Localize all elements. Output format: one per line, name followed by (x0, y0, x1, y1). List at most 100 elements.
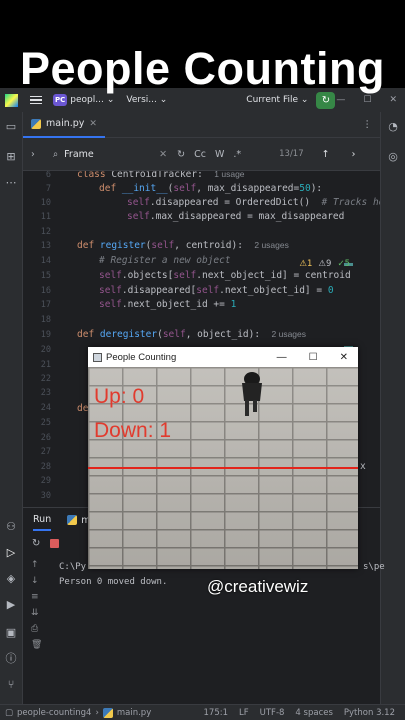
project-badge: PC (53, 94, 68, 106)
chevron-down-icon: ⌄ (300, 95, 309, 105)
line-number: 14 (40, 256, 51, 266)
pycharm-logo-icon (5, 93, 18, 107)
window-controls: — ☐ ✕ (336, 95, 397, 105)
line-number: 17 (40, 300, 51, 310)
expand-replace-icon[interactable]: › (31, 149, 35, 160)
find-input[interactable]: Frame (64, 149, 159, 160)
rerun-icon: ↻ (321, 94, 331, 106)
scroll-to-end-icon[interactable]: ⇊ (31, 608, 42, 618)
tab-more-icon[interactable]: ⋮ (363, 119, 373, 130)
line-number: 22 (40, 374, 51, 384)
layers-icon[interactable]: ◈ (4, 572, 18, 586)
line-number: 26 (40, 433, 51, 443)
line-number: 23 (40, 388, 51, 398)
right-tool-strip: ◔ ◎ (380, 112, 405, 704)
folder-icon[interactable]: ▭ (4, 120, 18, 134)
project-name: peopl... (70, 95, 104, 105)
close-icon[interactable]: ✕ (389, 95, 397, 105)
line-number: 11 (40, 212, 51, 222)
indent-setting[interactable]: 4 spaces (295, 708, 332, 718)
run-config-tab[interactable]: m (67, 515, 90, 526)
whole-words-toggle[interactable]: W (215, 149, 224, 160)
line-number: 24 (40, 403, 51, 413)
match-count: 13/17 (279, 149, 304, 159)
code-line: self.max_disappeared = max_disappeared (127, 211, 345, 222)
breadcrumb[interactable]: ▢ people-counting4 › main.py (5, 707, 151, 718)
previous-match-icon[interactable]: ↑ (322, 149, 330, 160)
code-line: de (77, 403, 89, 414)
ai-assistant-icon[interactable]: ◎ (386, 150, 400, 164)
run-config-label: Current File (246, 95, 299, 105)
line-number: 12 (40, 227, 51, 237)
line-number: 27 (40, 447, 51, 457)
code-line: self.next_object_id += 1 (99, 299, 237, 310)
code-line: self.disappeared = OrderedDict() # Track… (127, 197, 380, 208)
close-icon[interactable]: ✕ (340, 352, 348, 363)
soft-wrap-icon[interactable]: ≡ (31, 592, 42, 602)
code-line: # Register a new object (99, 255, 231, 266)
match-case-toggle[interactable]: Cc (194, 149, 206, 160)
maximize-icon[interactable]: ☐ (309, 352, 318, 363)
editor-tab-bar: main.py ✕ ⋮ (23, 112, 380, 138)
scroll-up-icon[interactable]: ↑ (31, 560, 42, 570)
line-separator[interactable]: LF (239, 708, 249, 718)
stop-icon[interactable] (50, 538, 60, 548)
breadcrumb-project[interactable]: people-counting4 (17, 708, 91, 718)
line-number: 28 (40, 462, 51, 472)
weak-warning-count: ⚠9 (318, 259, 332, 269)
up-count-label: Up: 0 (94, 385, 145, 408)
python-file-icon (67, 515, 78, 525)
problems-icon[interactable]: ⓘ (4, 652, 18, 666)
run-config-selector[interactable]: Current File ⌄ (246, 95, 308, 105)
more-icon[interactable]: ⋯ (4, 176, 18, 190)
hamburger-menu-icon[interactable] (30, 95, 42, 105)
print-icon[interactable]: ⎙ (31, 624, 42, 634)
opencv-output-window[interactable]: People Counting — ☐ ✕ Up: 0 Down: 1 (88, 347, 358, 569)
minimize-icon[interactable]: — (336, 95, 345, 105)
line-number: 15 (40, 271, 51, 281)
pedestrian-figure (242, 372, 262, 416)
tab-main-py[interactable]: main.py ✕ (23, 112, 105, 138)
code-line: def register(self, centroid): 2 usages (77, 240, 289, 251)
interpreter-selector[interactable]: Python 3.12 (344, 708, 395, 718)
cursor-position[interactable]: 175:1 (204, 708, 229, 718)
opencv-title-bar[interactable]: People Counting — ☐ ✕ (88, 347, 358, 367)
console-line-tail: s\pe (363, 562, 385, 572)
scroll-down-icon[interactable]: ↓ (31, 576, 42, 586)
tab-run[interactable]: Run (33, 510, 52, 531)
line-number: 18 (40, 315, 51, 325)
python-console-icon[interactable]: ⚇ (4, 520, 18, 534)
status-bar: ▢ people-counting4 › main.py 175:1 LF UT… (0, 704, 405, 720)
search-icon: ⌕ (52, 148, 59, 160)
delete-icon[interactable]: 🗑 (31, 640, 42, 650)
services-icon[interactable]: ▶ (4, 598, 18, 612)
structure-icon[interactable]: ⊞ (4, 150, 18, 164)
clear-search-icon[interactable]: ✕ (159, 149, 167, 160)
regex-toggle[interactable]: .* (233, 149, 241, 160)
breadcrumb-file[interactable]: main.py (117, 708, 151, 718)
rerun-icon[interactable]: ↻ (32, 538, 40, 549)
minimize-icon[interactable]: — (277, 352, 287, 363)
line-number: 20 (40, 345, 51, 355)
history-icon[interactable]: ↻ (177, 149, 185, 160)
git-icon[interactable]: ⑂ (4, 678, 18, 692)
file-encoding[interactable]: UTF-8 (260, 708, 285, 718)
notifications-icon[interactable]: ◔ (386, 120, 400, 134)
inspection-widget[interactable]: ⚠1 ⚠9 ✓5 (299, 259, 350, 269)
chevron-right-icon: › (95, 707, 99, 718)
close-tab-icon[interactable]: ✕ (89, 119, 97, 129)
project-selector[interactable]: PC peopl... ⌄ (53, 94, 114, 106)
code-line: self.disappeared[self.next_object_id] = … (99, 285, 334, 296)
video-title-overlay: People Counting (20, 43, 385, 94)
python-file-icon (102, 707, 113, 718)
maximize-icon[interactable]: ☐ (363, 95, 371, 105)
run-tool-icon[interactable]: ▷ (4, 546, 18, 560)
rerun-button[interactable]: ↻ (316, 91, 336, 109)
vcs-selector[interactable]: Versi... ⌄ (126, 95, 167, 105)
ok-count: ✓5 (337, 259, 350, 269)
code-line: self.objects[self.next_object_id] = cent… (99, 270, 351, 281)
next-match-icon[interactable]: › (352, 149, 356, 160)
terminal-icon[interactable]: ▣ (4, 626, 18, 640)
line-number: 30 (40, 491, 51, 501)
line-number: 21 (40, 360, 51, 370)
